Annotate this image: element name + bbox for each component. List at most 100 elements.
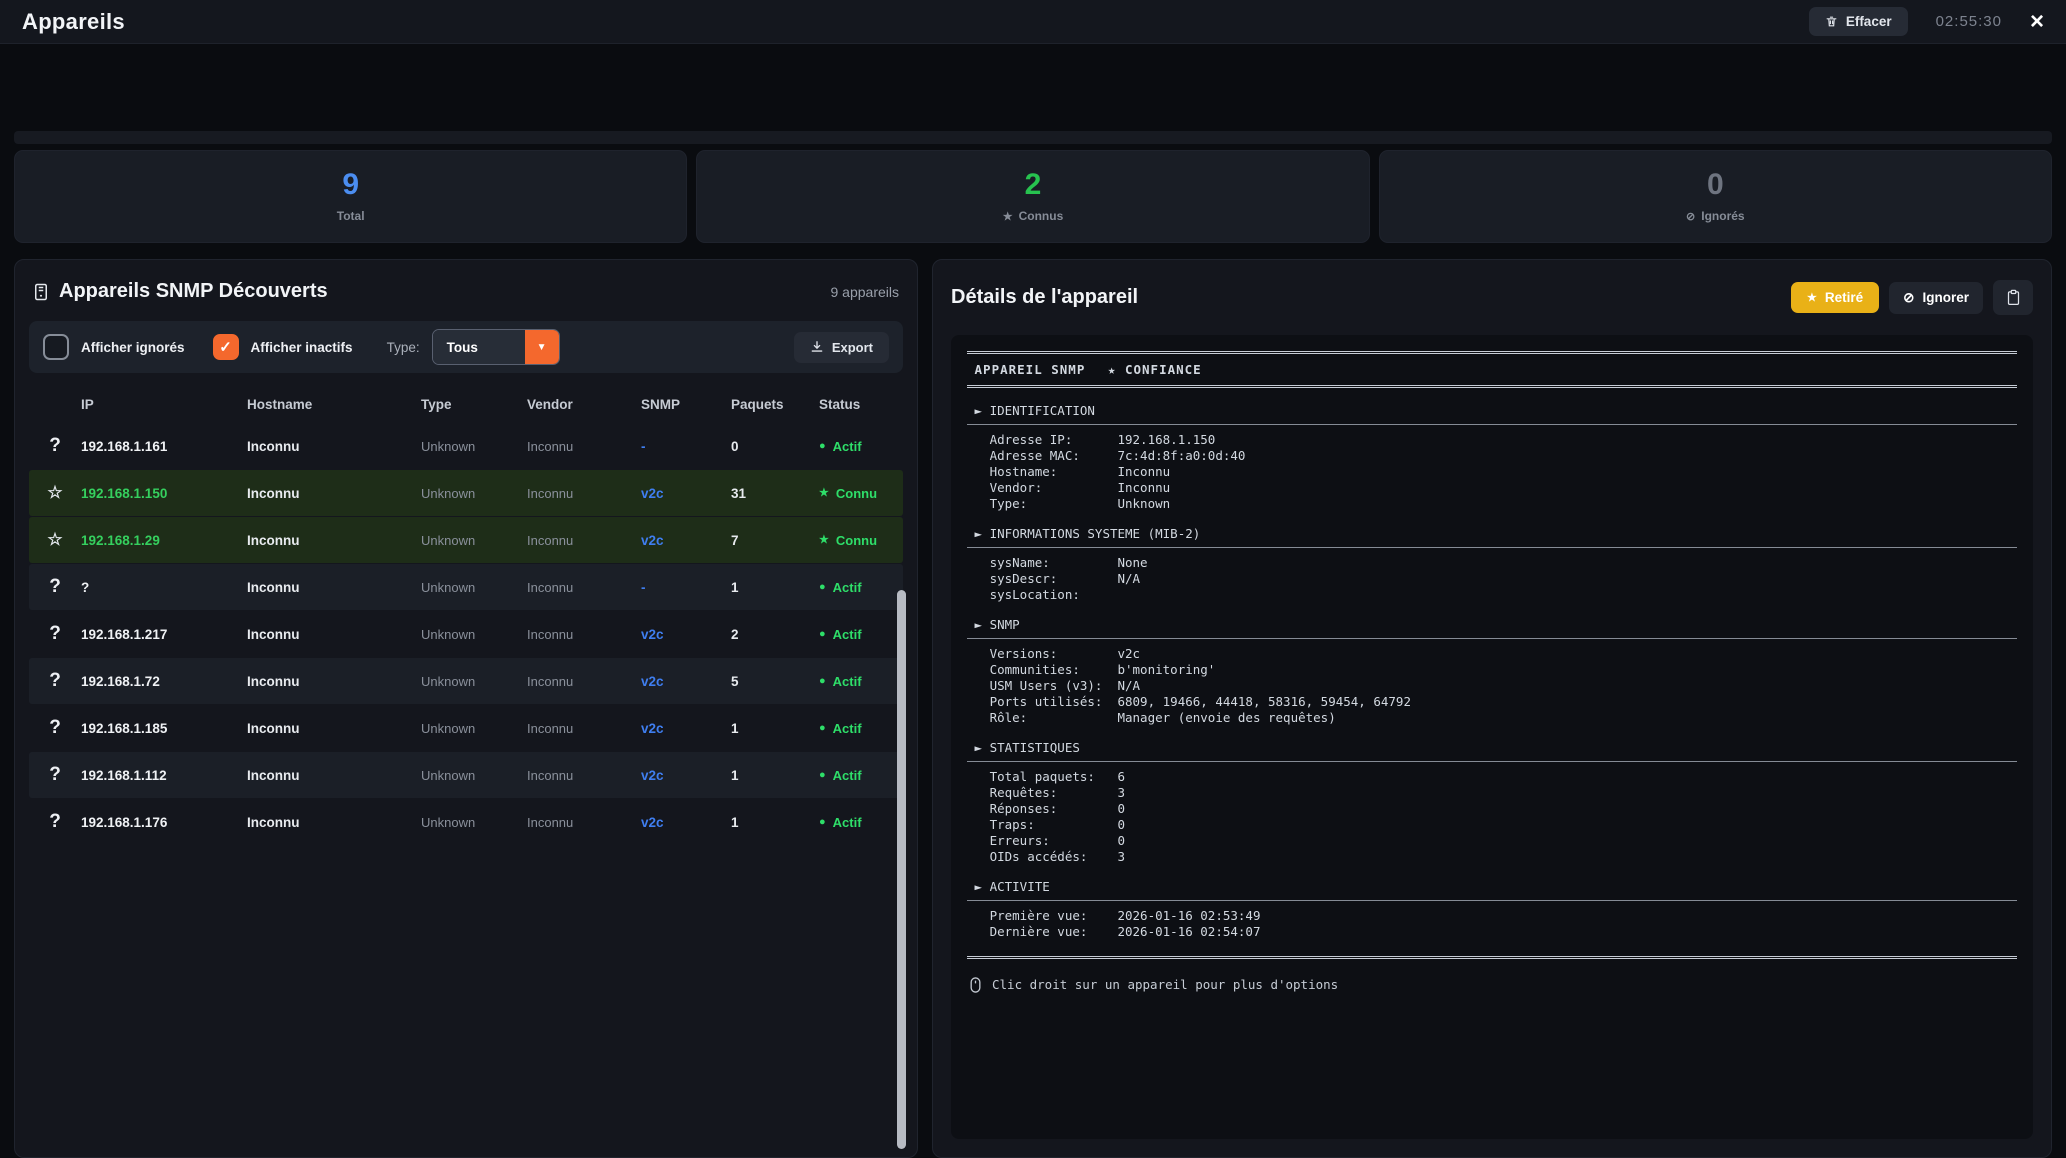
detail-value: N/A xyxy=(1117,678,1140,694)
stat-known-label: ★ Connus xyxy=(1003,209,1064,223)
table-row[interactable]: ?192.168.1.217InconnuUnknownInconnuv2c2●… xyxy=(29,611,903,657)
detail-value: Manager (envoie des requêtes) xyxy=(1117,710,1335,726)
stat-ignored-value: 0 xyxy=(1707,170,1724,200)
table-row[interactable]: ??InconnuUnknownInconnu-1●Actif xyxy=(29,564,903,610)
detail-value: 0 xyxy=(1117,817,1125,833)
devices-panel: Appareils SNMP Découverts 9 appareils Af… xyxy=(14,259,918,1158)
stat-total-text: Total xyxy=(337,209,365,223)
section-title: ► INFORMATIONS SYSTEME (MIB-2) xyxy=(967,526,2017,547)
double-separator xyxy=(967,351,2017,355)
detail-label: sysName: xyxy=(990,555,1118,571)
col-hostname: Hostname xyxy=(247,397,421,412)
cell-packets: 1 xyxy=(731,815,819,830)
status-label: Actif xyxy=(833,627,862,642)
detail-label: Vendor: xyxy=(990,480,1118,496)
detail-label: sysDescr: xyxy=(990,571,1118,587)
detail-value: Inconnu xyxy=(1117,480,1170,496)
cell-type: Unknown xyxy=(421,486,527,501)
section-separator xyxy=(967,761,2017,762)
show-inactive-checkbox[interactable]: ✓ xyxy=(213,334,239,360)
retire-button[interactable]: ★ Retiré xyxy=(1791,282,1879,313)
topbar: Appareils Effacer 02:55:30 × xyxy=(0,0,2066,44)
status-dot-icon: ● xyxy=(819,629,826,640)
detail-value: 0 xyxy=(1117,801,1125,817)
clear-button-label: Effacer xyxy=(1846,14,1892,29)
detail-row: Type:Unknown xyxy=(967,496,2017,512)
cell-packets: 1 xyxy=(731,768,819,783)
star-icon: ★ xyxy=(1003,210,1013,223)
detail-label: Réponses: xyxy=(990,801,1118,817)
detail-row: sysName:None xyxy=(967,555,2017,571)
clipboard-icon xyxy=(2006,289,2021,306)
filter-bar: Afficher ignorés ✓ Afficher inactifs Typ… xyxy=(29,321,903,373)
cell-ip: 192.168.1.176 xyxy=(81,815,247,830)
detail-value: None xyxy=(1117,555,1147,571)
table-row[interactable]: ?192.168.1.176InconnuUnknownInconnuv2c1●… xyxy=(29,799,903,845)
double-separator xyxy=(967,385,2017,389)
detail-value: v2c xyxy=(1117,646,1140,662)
terminal-section: ► STATISTIQUESTotal paquets:6Requêtes:3R… xyxy=(967,740,2017,865)
vertical-scrollbar[interactable] xyxy=(897,590,906,1149)
export-button[interactable]: Export xyxy=(794,332,889,363)
status-badge: ● Actif xyxy=(819,627,903,642)
ignore-button[interactable]: ⊘ Ignorer xyxy=(1889,282,1983,314)
stat-ignored-text: Ignorés xyxy=(1701,209,1744,223)
status-badge: ★Connu xyxy=(819,486,903,501)
section-title: ► SNMP xyxy=(967,617,2017,638)
detail-label: Communities: xyxy=(990,662,1118,678)
star-icon: ★ xyxy=(819,535,829,546)
status-dot-icon: ● xyxy=(819,676,826,687)
col-snmp: SNMP xyxy=(641,397,731,412)
cell-packets: 1 xyxy=(731,580,819,595)
status-label: Actif xyxy=(833,721,862,736)
cell-hostname: Inconnu xyxy=(247,533,421,548)
cell-vendor: Inconnu xyxy=(527,533,641,548)
detail-label: Ports utilisés: xyxy=(990,694,1118,710)
devices-icon xyxy=(33,283,49,301)
detail-label: sysLocation: xyxy=(990,587,1118,603)
table-row[interactable]: ?192.168.1.112InconnuUnknownInconnuv2c1●… xyxy=(29,752,903,798)
detail-value: 6 xyxy=(1117,769,1125,785)
section-separator xyxy=(967,424,2017,425)
devices-panel-header: Appareils SNMP Découverts 9 appareils xyxy=(15,260,917,307)
cell-snmp: v2c xyxy=(641,674,731,689)
cell-snmp: - xyxy=(641,580,731,595)
cell-snmp: v2c xyxy=(641,627,731,642)
col-packets: Paquets xyxy=(731,397,819,412)
progress-strip xyxy=(14,131,2052,144)
status-badge: ●Actif xyxy=(819,721,903,736)
page-title: Appareils xyxy=(22,9,125,35)
cell-packets: 2 xyxy=(731,627,819,642)
table-row[interactable]: ?192.168.1.72InconnuUnknownInconnuv2c5●A… xyxy=(29,658,903,704)
star-icon: ★ xyxy=(819,488,829,499)
stat-card-total: 9 Total xyxy=(14,150,687,243)
col-vendor: Vendor xyxy=(527,397,641,412)
type-filter-value: Tous xyxy=(433,330,525,364)
detail-row: Erreurs:0 xyxy=(967,833,2017,849)
cell-type: Unknown xyxy=(421,815,527,830)
detail-label: Versions: xyxy=(990,646,1118,662)
type-filter-select[interactable]: Tous ▼ xyxy=(432,329,560,365)
cell-vendor: Inconnu xyxy=(527,815,641,830)
terminal-section: ► SNMP Versions:v2cCommunities:b'monitori… xyxy=(967,617,2017,726)
detail-label: Traps: xyxy=(990,817,1118,833)
stat-known-value: 2 xyxy=(1025,170,1042,200)
copy-button[interactable] xyxy=(1993,280,2033,315)
table-row[interactable]: ?192.168.1.161InconnuUnknownInconnu-0●Ac… xyxy=(29,423,903,469)
cell-snmp: v2c xyxy=(641,533,731,548)
detail-row: Communities:b'monitoring' xyxy=(967,662,2017,678)
detail-label: OIDs accédés: xyxy=(990,849,1118,865)
table-row[interactable]: ?192.168.1.185InconnuUnknownInconnuv2c1●… xyxy=(29,705,903,751)
close-icon[interactable]: × xyxy=(2030,10,2044,34)
detail-row: sysLocation: xyxy=(967,587,2017,603)
cell-hostname: Inconnu xyxy=(247,674,421,689)
detail-row: Total paquets:6 xyxy=(967,769,2017,785)
table-row[interactable]: ☆192.168.1.150InconnuUnknownInconnuv2c31… xyxy=(29,470,903,516)
devices-panel-title: Appareils SNMP Découverts xyxy=(33,280,328,303)
clear-button[interactable]: Effacer xyxy=(1809,7,1908,36)
detail-label: Hostname: xyxy=(990,464,1118,480)
table-row[interactable]: ☆192.168.1.29InconnuUnknownInconnuv2c7★C… xyxy=(29,517,903,563)
detail-row: Adresse MAC:7c:4d:8f:a0:0d:40 xyxy=(967,448,2017,464)
show-ignored-checkbox[interactable] xyxy=(43,334,69,360)
cell-vendor: Inconnu xyxy=(527,721,641,736)
